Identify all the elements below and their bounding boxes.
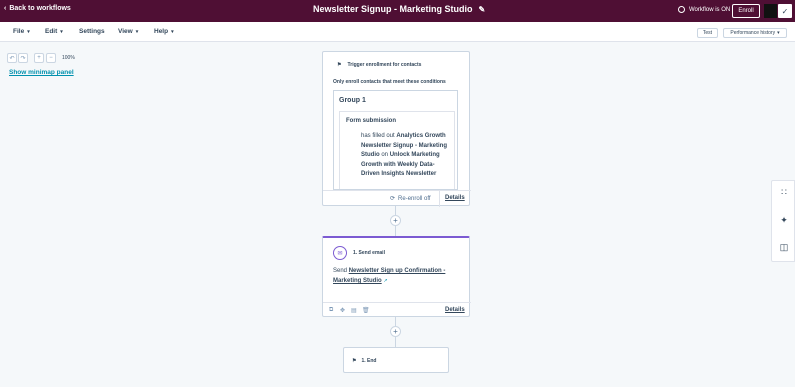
flag-icon: ⚑	[352, 358, 357, 364]
menu-edit-label: Edit	[45, 28, 58, 35]
end-card[interactable]: ⚑ 1. End	[343, 347, 449, 373]
check-icon: ✓	[781, 6, 789, 16]
menu-edit[interactable]: Edit ▾	[45, 28, 63, 35]
refresh-icon: ⟳	[390, 196, 396, 202]
trigger-heading: Trigger enrollment for contacts	[347, 62, 422, 68]
add-action-button[interactable]: +	[390, 326, 401, 337]
chevron-down-icon: ▾	[171, 28, 174, 35]
chevron-down-icon: ▾	[27, 28, 30, 35]
menu-file-label: File	[13, 28, 25, 35]
right-rail: ∷ ✦ ◫	[771, 180, 795, 262]
workflow-title: Newsletter Signup - Marketing Studio ✎	[313, 4, 485, 14]
copy-icon[interactable]: ⧉	[329, 307, 333, 314]
workflow-title-text: Newsletter Signup - Marketing Studio	[313, 4, 473, 14]
email-action-title: 1. Send email	[353, 250, 385, 256]
test-button[interactable]: Test	[697, 28, 718, 38]
redo-icon: ↷	[20, 55, 26, 62]
clipboard-icon[interactable]: ▤	[351, 307, 357, 314]
zoom-in-button[interactable]: +	[34, 53, 44, 63]
undo-button[interactable]: ↶	[7, 53, 17, 63]
chevron-left-icon: ‹	[4, 5, 7, 12]
chevron-down-icon: ▾	[60, 28, 63, 35]
chevron-down-icon: ▾	[135, 28, 139, 35]
undo-icon: ↶	[9, 55, 15, 62]
email-action-body: Send Newsletter Sign up Confirmation - M…	[333, 266, 461, 286]
group-title: Group 1	[339, 97, 366, 104]
check-button[interactable]: ✓	[778, 4, 792, 18]
filter-title: Form submission	[346, 118, 397, 124]
minus-icon: −	[49, 55, 53, 61]
performance-history-label: Performance history	[730, 30, 776, 36]
plus-icon: +	[393, 216, 398, 225]
enroll-button[interactable]: Enroll	[732, 4, 760, 18]
email-send-prefix: Send	[333, 268, 348, 274]
trigger-footer: ⟳ Re-enroll off Details	[323, 190, 471, 207]
trigger-subheading: Only enroll contacts that meet these con…	[333, 79, 446, 85]
menu-help-label: Help	[154, 28, 169, 35]
email-footer: ⧉ ✥ ▤ 🗑 Details	[323, 302, 471, 318]
show-minimap-link[interactable]: Show minimap panel	[9, 69, 74, 76]
back-to-workflows-link[interactable]: ‹ Back to workflows	[4, 5, 71, 12]
dark-action-button[interactable]	[764, 4, 777, 18]
workflow-status-text: Workflow is ON	[689, 6, 731, 13]
end-label: ⚑ 1. End	[352, 358, 377, 364]
back-label: Back to workflows	[9, 5, 71, 12]
filter-prefix: has filled out	[361, 133, 395, 139]
menu-settings-label: Settings	[79, 28, 105, 35]
toggle-icon	[678, 6, 685, 13]
filter-card: Form submission has filled out Analytics…	[339, 111, 455, 189]
menu-help[interactable]: Help ▾	[154, 28, 174, 35]
redo-button[interactable]: ↷	[18, 53, 28, 63]
trash-icon[interactable]: 🗑	[362, 307, 370, 314]
footer-divider	[439, 191, 440, 207]
menu-file[interactable]: File ▾	[13, 28, 30, 35]
sparkle-icon[interactable]: ✦	[778, 215, 790, 226]
top-bar: ‹ Back to workflows Newsletter Signup - …	[0, 0, 795, 22]
trigger-header: ⚑ Trigger enrollment for contacts	[337, 62, 421, 68]
filter-description: has filled out Analytics Growth Newslett…	[361, 132, 453, 180]
menu-settings[interactable]: Settings	[79, 28, 105, 35]
workflow-status[interactable]: Workflow is ON	[678, 6, 730, 13]
external-link-icon[interactable]: ↗	[383, 278, 387, 284]
comments-icon[interactable]: ◫	[778, 242, 790, 253]
email-details-link[interactable]: Details	[445, 307, 465, 313]
menu-view[interactable]: View ▾	[118, 28, 138, 35]
flag-icon: ⚑	[337, 62, 342, 68]
filter-on: on	[381, 152, 389, 158]
reenroll-label: Re-enroll off	[398, 195, 431, 202]
zoom-level: 100%	[62, 55, 75, 61]
caret-down-icon: ▾	[777, 30, 780, 36]
menu-view-label: View	[118, 28, 133, 35]
menu-bar: File ▾ Edit ▾ Settings View ▾ Help ▾ Tes…	[0, 22, 795, 42]
zoom-out-button[interactable]: −	[46, 53, 56, 63]
filter-group: Group 1 Form submission has filled out A…	[333, 90, 458, 190]
send-email-card[interactable]: ✉ 1. Send email Send Newsletter Sign up …	[322, 236, 471, 318]
pencil-icon[interactable]: ✎	[479, 5, 486, 14]
grid-icon[interactable]: ∷	[778, 187, 790, 198]
plus-icon: +	[37, 55, 41, 61]
trigger-details-link[interactable]: Details	[445, 195, 465, 201]
trigger-card[interactable]: ⚑ Trigger enrollment for contacts Only e…	[322, 51, 471, 207]
add-action-button[interactable]: +	[390, 215, 401, 226]
email-icon: ✉	[333, 246, 347, 260]
end-text: 1. End	[361, 358, 377, 364]
move-icon[interactable]: ✥	[340, 307, 345, 314]
email-name-link[interactable]: Newsletter Sign up Confirmation - Market…	[333, 268, 445, 284]
plus-icon: +	[393, 327, 398, 336]
performance-history-dropdown[interactable]: Performance history ▾	[723, 28, 787, 38]
reenroll-status[interactable]: ⟳ Re-enroll off	[390, 195, 431, 203]
